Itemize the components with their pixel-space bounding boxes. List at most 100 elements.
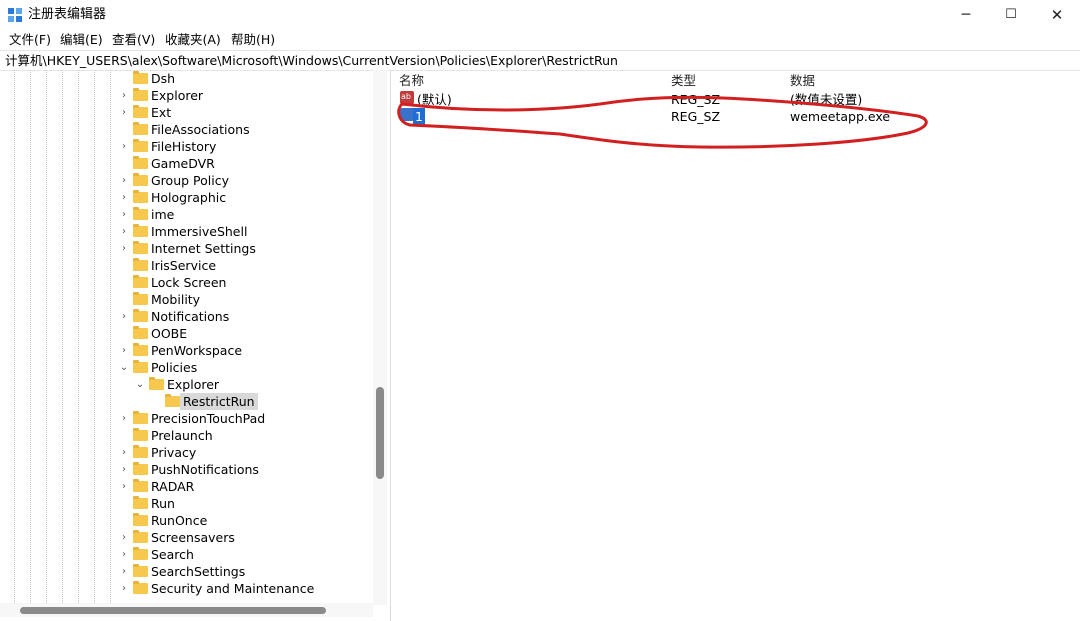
tree-item[interactable]: › Explorer: [0, 87, 372, 104]
folder-icon: [165, 394, 180, 407]
chevron-right-icon[interactable]: ›: [119, 308, 129, 325]
tree-item-label: Run: [151, 496, 175, 511]
chevron-right-icon[interactable]: ›: [119, 223, 129, 240]
tree-item[interactable]: › ImmersiveShell: [0, 223, 372, 240]
tree-item[interactable]: › Ext: [0, 104, 372, 121]
menu-view[interactable]: 查看(V): [112, 31, 155, 49]
value-data: wemeetapp.exe: [790, 109, 891, 124]
folder-icon: [133, 122, 148, 135]
menu-favorites[interactable]: 收藏夹(A): [165, 31, 221, 49]
tree-item-label: Notifications: [151, 309, 230, 324]
tree-item[interactable]: Run: [0, 495, 372, 512]
tree-item[interactable]: Lock Screen: [0, 274, 372, 291]
value-data: (数值未设置): [790, 92, 863, 107]
tree-item[interactable]: › Privacy: [0, 444, 372, 461]
title-bar: 注册表编辑器 ─ ☐ ✕: [0, 0, 1080, 30]
chevron-down-icon[interactable]: ⌄: [119, 359, 129, 376]
folder-icon: [133, 71, 148, 84]
chevron-right-icon[interactable]: ›: [119, 410, 129, 427]
chevron-right-icon[interactable]: ›: [119, 206, 129, 223]
tree-item[interactable]: › Internet Settings: [0, 240, 372, 257]
tree-item[interactable]: › RADAR: [0, 478, 372, 495]
folder-icon: [133, 275, 148, 288]
chevron-right-icon[interactable]: ›: [119, 138, 129, 155]
folder-icon: [149, 377, 164, 390]
tree-item[interactable]: › Search: [0, 546, 372, 563]
menu-bar: 文件(F) 编辑(E) 查看(V) 收藏夹(A) 帮助(H): [0, 30, 1080, 50]
tree-item[interactable]: Mobility: [0, 291, 372, 308]
value-row-1[interactable]: 1 REG_SZ wemeetapp.exe: [392, 108, 1080, 125]
menu-file[interactable]: 文件(F): [9, 31, 51, 49]
folder-icon: [133, 139, 148, 152]
chevron-right-icon[interactable]: ›: [119, 172, 129, 189]
tree-item[interactable]: › Security and Maintenance: [0, 580, 372, 597]
string-value-icon: [400, 88, 414, 105]
tree-vertical-scroll-thumb[interactable]: [376, 387, 384, 479]
address-path[interactable]: 计算机\HKEY_USERS\alex\Software\Microsoft\W…: [5, 52, 618, 69]
regedit-icon: [8, 8, 22, 22]
tree-item[interactable]: › Notifications: [0, 308, 372, 325]
key-tree: Dsh › Explorer › Ext FileAssociations › FileHis…: [0, 70, 391, 621]
close-button[interactable]: ✕: [1034, 0, 1080, 30]
chevron-right-icon[interactable]: ›: [119, 87, 129, 104]
chevron-right-icon[interactable]: ›: [119, 563, 129, 580]
tree-item[interactable]: ⌄ Explorer: [0, 376, 372, 393]
folder-icon: [133, 224, 148, 237]
column-header-type[interactable]: 类型: [671, 72, 696, 89]
folder-icon: [133, 241, 148, 254]
tree-item[interactable]: › PenWorkspace: [0, 342, 372, 359]
tree-item[interactable]: › PrecisionTouchPad: [0, 410, 372, 427]
chevron-right-icon[interactable]: ›: [119, 461, 129, 478]
tree-item-label: IrisService: [151, 258, 217, 273]
tree-item[interactable]: Prelaunch: [0, 427, 372, 444]
tree-item[interactable]: › FileHistory: [0, 138, 372, 155]
folder-icon: [133, 105, 148, 118]
address-bar[interactable]: 计算机\HKEY_USERS\alex\Software\Microsoft\W…: [0, 50, 1080, 71]
chevron-right-icon[interactable]: ›: [119, 546, 129, 563]
minimize-button[interactable]: ─: [943, 0, 989, 30]
tree-item[interactable]: › Holographic: [0, 189, 372, 206]
tree-item-label: Internet Settings: [151, 241, 256, 256]
tree-item[interactable]: › Group Policy: [0, 172, 372, 189]
tree-item[interactable]: IrisService: [0, 257, 372, 274]
tree-item[interactable]: OOBE: [0, 325, 372, 342]
chevron-right-icon[interactable]: ›: [119, 104, 129, 121]
tree-item[interactable]: FileAssociations: [0, 121, 372, 138]
chevron-right-icon[interactable]: ›: [119, 580, 129, 597]
chevron-right-icon[interactable]: ›: [119, 342, 129, 359]
column-header-data[interactable]: 数据: [790, 72, 815, 89]
chevron-right-icon[interactable]: ›: [119, 529, 129, 546]
column-header-name[interactable]: 名称: [399, 72, 424, 89]
tree-item-label: Prelaunch: [151, 428, 213, 443]
maximize-button[interactable]: ☐: [988, 0, 1034, 30]
tree-horizontal-scroll-thumb[interactable]: [20, 607, 326, 614]
tree-item[interactable]: RunOnce: [0, 512, 372, 529]
tree-item[interactable]: ⌄ Policies: [0, 359, 372, 376]
folder-icon: [133, 411, 148, 424]
folder-icon: [133, 513, 148, 526]
tree-item-label: Privacy: [151, 445, 197, 460]
tree-item[interactable]: Dsh: [0, 70, 372, 87]
chevron-down-icon[interactable]: ⌄: [135, 376, 145, 393]
value-name: 1: [413, 108, 425, 125]
chevron-right-icon[interactable]: ›: [119, 444, 129, 461]
tree-item-label: RunOnce: [151, 513, 208, 528]
menu-help[interactable]: 帮助(H): [231, 31, 275, 49]
tree-item[interactable]: › Screensavers: [0, 529, 372, 546]
tree-item-label: FileAssociations: [151, 122, 250, 137]
tree-vertical-scrollbar[interactable]: [373, 70, 387, 605]
tree-item-label: OOBE: [151, 326, 188, 341]
tree-item[interactable]: RestrictRun: [0, 393, 372, 410]
tree-item[interactable]: GameDVR: [0, 155, 372, 172]
chevron-right-icon[interactable]: ›: [119, 189, 129, 206]
tree-item[interactable]: › PushNotifications: [0, 461, 372, 478]
value-row-default[interactable]: (默认) REG_SZ (数值未设置): [392, 88, 1080, 108]
menu-edit[interactable]: 编辑(E): [60, 31, 103, 49]
folder-icon: [133, 428, 148, 441]
tree-item[interactable]: › SearchSettings: [0, 563, 372, 580]
chevron-right-icon[interactable]: ›: [119, 478, 129, 495]
folder-icon: [133, 530, 148, 543]
tree-item[interactable]: › ime: [0, 206, 372, 223]
chevron-right-icon[interactable]: ›: [119, 240, 129, 257]
folder-icon: [133, 88, 148, 101]
